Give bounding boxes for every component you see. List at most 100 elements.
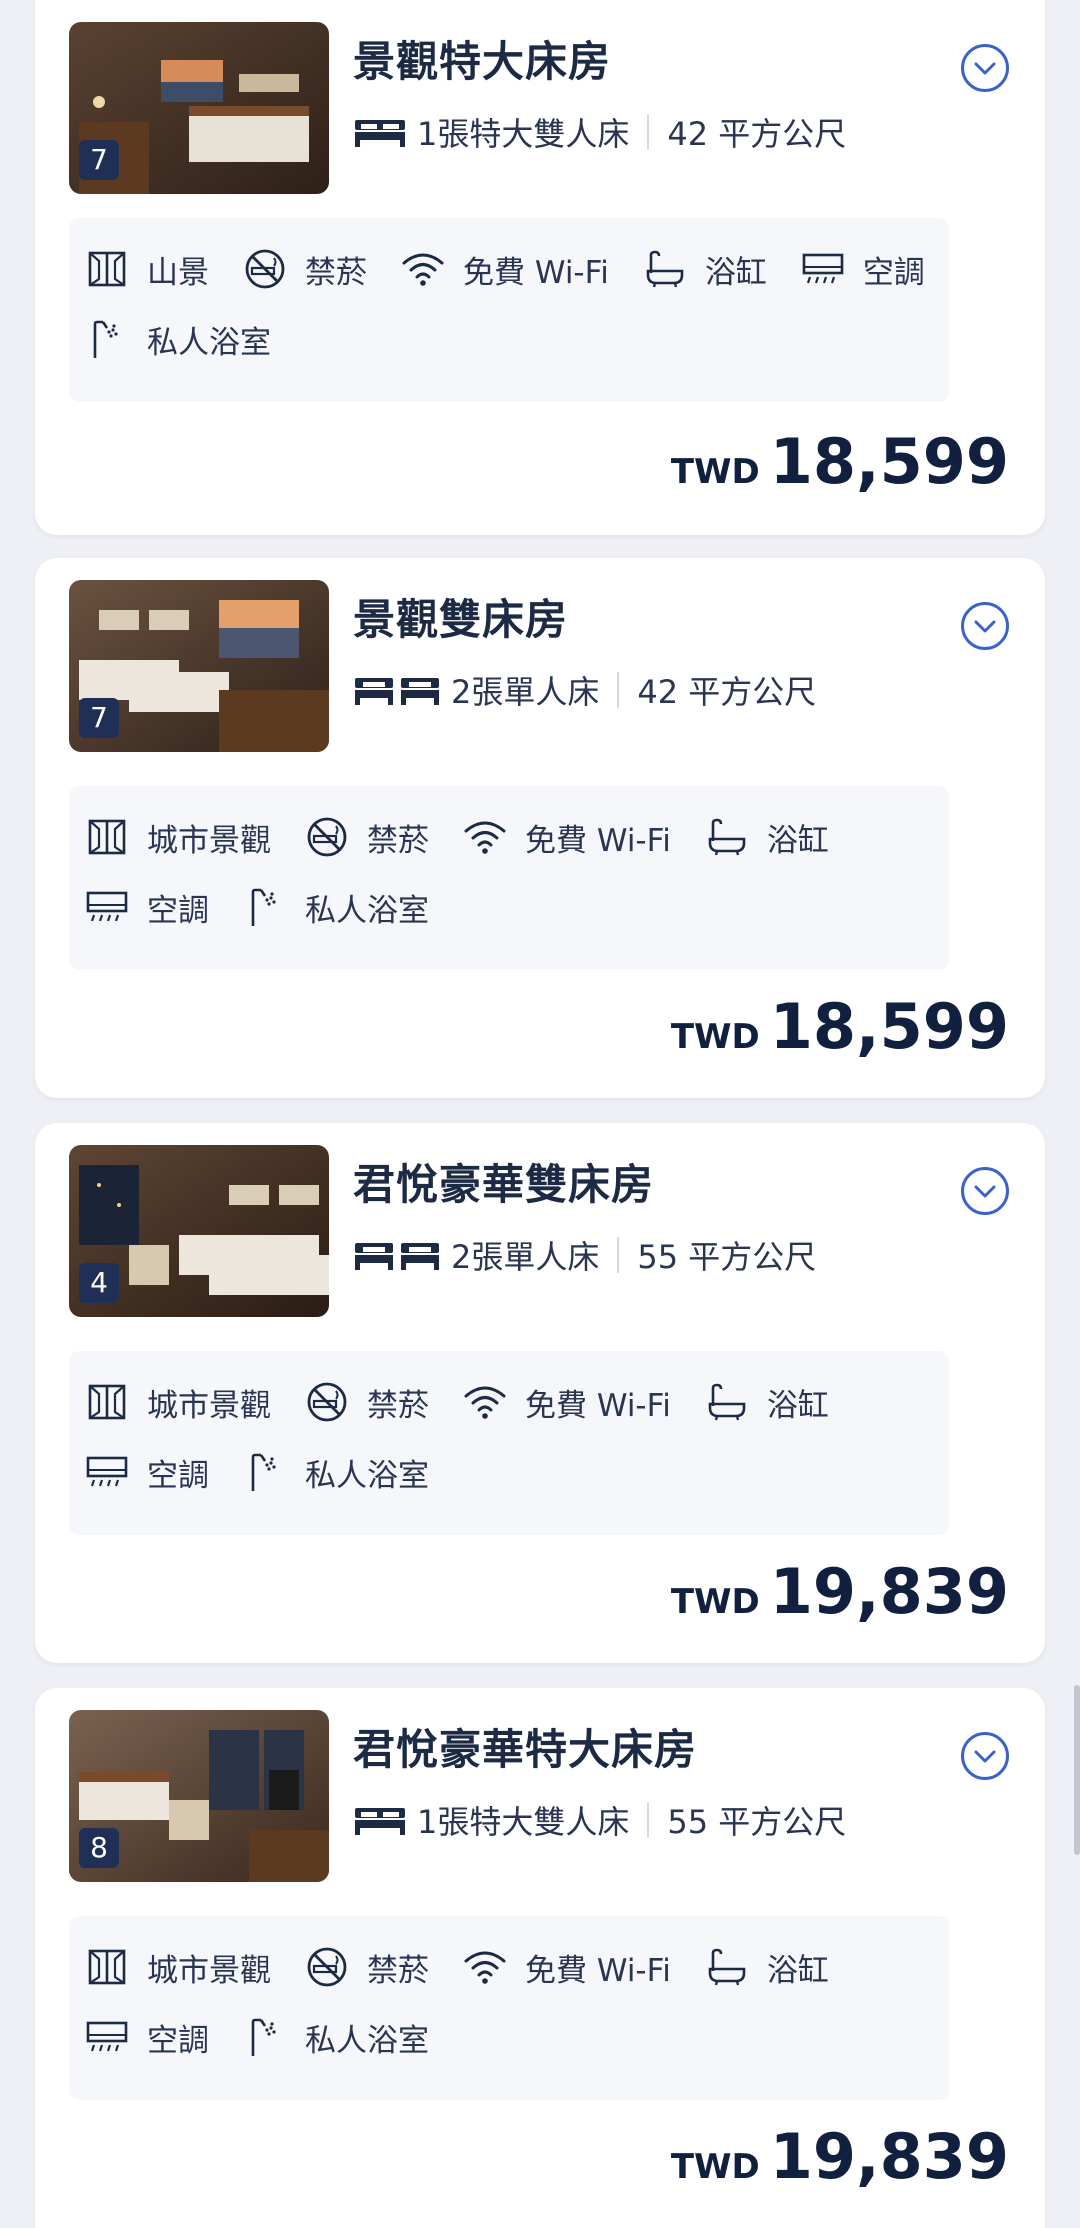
- room-card[interactable]: 8 君悅豪華特大床房 1張特大雙人床 55 平方公尺 城市景觀 禁菸 免費 Wi…: [35, 1688, 1045, 2228]
- bed-type-label: 2張單人床: [451, 1238, 600, 1276]
- amenity-bathtub: 浴缸: [643, 247, 767, 292]
- expand-chevron-icon[interactable]: [961, 602, 1009, 650]
- amenity-private-bathroom: 私人浴室: [243, 885, 429, 930]
- amenity-label: 城市景觀: [147, 822, 271, 859]
- air-conditioner-icon: [85, 1450, 129, 1494]
- amenities-panel: 城市景觀 禁菸 免費 Wi-Fi 浴缸 空調 私人浴室: [69, 1916, 949, 2100]
- amenity-bathtub: 浴缸: [705, 1380, 829, 1425]
- amenity-aircon: 空調: [85, 2015, 209, 2060]
- divider: [647, 114, 650, 150]
- scrollbar[interactable]: [1074, 1685, 1080, 1855]
- bed-info: 2張單人床 42 平方公尺: [353, 670, 817, 711]
- bathtub-icon: [705, 1945, 749, 1989]
- room-title[interactable]: 君悅豪華雙床房: [353, 1151, 654, 1212]
- wifi-icon: [463, 1945, 507, 1989]
- photo-count-badge: 7: [79, 140, 119, 180]
- room-size-label: 42 平方公尺: [637, 673, 817, 711]
- price-amount: 18,599: [769, 990, 1009, 1063]
- amenity-label: 浴缸: [766, 1952, 829, 1989]
- amenity-view: 城市景觀: [85, 1380, 271, 1425]
- amenity-label: 浴缸: [766, 822, 829, 859]
- room-photo[interactable]: 7: [69, 580, 329, 752]
- amenity-aircon: 空調: [801, 247, 925, 292]
- amenity-nonsmoking: 禁菸: [305, 1380, 429, 1425]
- bed-type-label: 2張單人床: [451, 673, 600, 711]
- room-size-label: 42 平方公尺: [667, 115, 847, 153]
- price: TWD 18,599: [671, 990, 1009, 1063]
- room-list: 7 景觀特大床房 1張特大雙人床 42 平方公尺 山景 禁菸 免費 Wi-Fi …: [0, 0, 1080, 2228]
- amenity-view: 城市景觀: [85, 815, 271, 860]
- wifi-icon: [463, 815, 507, 859]
- amenity-label: 空調: [147, 1457, 209, 1494]
- photo-count-badge: 8: [79, 1828, 119, 1868]
- room-photo[interactable]: 8: [69, 1710, 329, 1882]
- price: TWD 19,839: [671, 1555, 1009, 1628]
- room-title[interactable]: 景觀雙床房: [353, 586, 568, 647]
- room-size-label: 55 平方公尺: [667, 1803, 847, 1841]
- bathtub-icon: [643, 247, 687, 291]
- room-card[interactable]: 4 君悅豪華雙床房 2張單人床 55 平方公尺 城市景觀 禁菸 免費 Wi-Fi…: [35, 1123, 1045, 1663]
- window-view-icon: [85, 1945, 129, 1989]
- bed-info: 1張特大雙人床 42 平方公尺: [353, 112, 847, 153]
- amenity-label: 免費 Wi-Fi: [525, 1952, 671, 1989]
- room-card[interactable]: 7 景觀特大床房 1張特大雙人床 42 平方公尺 山景 禁菸 免費 Wi-Fi …: [35, 0, 1045, 535]
- bed-info: 2張單人床 55 平方公尺: [353, 1235, 817, 1276]
- amenity-private-bathroom: 私人浴室: [243, 1450, 429, 1495]
- window-view-icon: [85, 815, 129, 859]
- no-smoking-icon: [243, 247, 287, 291]
- air-conditioner-icon: [85, 885, 129, 929]
- amenity-label: 私人浴室: [305, 892, 429, 929]
- amenity-view: 城市景觀: [85, 1945, 271, 1990]
- amenity-nonsmoking: 禁菸: [243, 247, 367, 292]
- wifi-icon: [401, 247, 445, 291]
- bed-type-label: 1張特大雙人床: [417, 115, 630, 153]
- air-conditioner-icon: [85, 2015, 129, 2059]
- room-card[interactable]: 7 景觀雙床房 2張單人床 42 平方公尺 城市景觀 禁菸 免費 Wi-Fi 浴…: [35, 558, 1045, 1098]
- amenities-panel: 城市景觀 禁菸 免費 Wi-Fi 浴缸 空調 私人浴室: [69, 786, 949, 970]
- photo-count-badge: 4: [79, 1263, 119, 1303]
- room-title[interactable]: 君悅豪華特大床房: [353, 1716, 697, 1777]
- amenity-label: 免費 Wi-Fi: [525, 822, 671, 859]
- price: TWD 19,839: [671, 2120, 1009, 2193]
- room-title[interactable]: 景觀特大床房: [353, 28, 611, 89]
- amenity-label: 空調: [862, 254, 925, 291]
- amenity-bathtub: 浴缸: [705, 1945, 829, 1990]
- expand-chevron-icon[interactable]: [961, 1732, 1009, 1780]
- wifi-icon: [463, 1380, 507, 1424]
- amenity-nonsmoking: 禁菸: [305, 815, 429, 860]
- room-photo[interactable]: 4: [69, 1145, 329, 1317]
- window-view-icon: [85, 247, 129, 291]
- expand-chevron-icon[interactable]: [961, 1167, 1009, 1215]
- king-bed-icon: [353, 1804, 407, 1836]
- price-amount: 18,599: [769, 425, 1009, 498]
- amenities-panel: 城市景觀 禁菸 免費 Wi-Fi 浴缸 空調 私人浴室: [69, 1351, 949, 1535]
- amenity-nonsmoking: 禁菸: [305, 1945, 429, 1990]
- twin-bed-icon: [353, 1239, 441, 1271]
- amenity-label: 禁菸: [367, 822, 429, 859]
- no-smoking-icon: [305, 1380, 349, 1424]
- amenity-label: 私人浴室: [147, 324, 271, 361]
- shower-icon: [243, 885, 287, 929]
- amenities-panel: 山景 禁菸 免費 Wi-Fi 浴缸 空調 私人浴室: [69, 218, 949, 402]
- amenity-label: 山景: [147, 254, 209, 291]
- amenity-label: 禁菸: [367, 1952, 429, 1989]
- price-currency: TWD: [670, 452, 760, 492]
- room-photo[interactable]: 7: [69, 22, 329, 194]
- no-smoking-icon: [305, 1945, 349, 1989]
- amenity-label: 空調: [147, 2022, 209, 2059]
- photo-count-badge: 7: [79, 698, 119, 738]
- shower-icon: [243, 1450, 287, 1494]
- amenity-label: 浴缸: [766, 1387, 829, 1424]
- amenity-label: 浴缸: [704, 254, 767, 291]
- divider: [647, 1802, 650, 1838]
- amenity-label: 私人浴室: [305, 1457, 429, 1494]
- bathtub-icon: [705, 815, 749, 859]
- amenity-label: 免費 Wi-Fi: [525, 1387, 671, 1424]
- window-view-icon: [85, 1380, 129, 1424]
- bed-type-label: 1張特大雙人床: [417, 1803, 630, 1841]
- bathtub-icon: [705, 1380, 749, 1424]
- room-size-label: 55 平方公尺: [637, 1238, 817, 1276]
- amenity-label: 城市景觀: [147, 1387, 271, 1424]
- amenity-private-bathroom: 私人浴室: [85, 317, 271, 362]
- expand-chevron-icon[interactable]: [961, 44, 1009, 92]
